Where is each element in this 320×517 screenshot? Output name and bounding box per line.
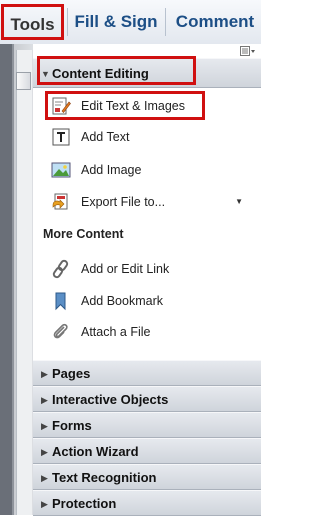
highlight-box bbox=[45, 91, 205, 120]
section-title: Pages bbox=[52, 366, 91, 381]
section-title: Action Wizard bbox=[52, 444, 139, 459]
highlight-box bbox=[37, 56, 196, 85]
section-pages[interactable]: ▶ Pages bbox=[33, 360, 261, 386]
tool-add-image[interactable]: Add Image bbox=[43, 158, 253, 182]
bookmark-icon bbox=[51, 291, 71, 311]
tab-separator bbox=[165, 8, 166, 36]
chevron-right-icon: ▶ bbox=[41, 421, 48, 431]
chevron-right-icon: ▶ bbox=[41, 395, 48, 405]
tool-label: Add Text bbox=[81, 130, 130, 144]
tools-panel: ▼ Content Editing Edit Text & Images Add… bbox=[33, 44, 261, 516]
section-protection[interactable]: ▶ Protection bbox=[33, 490, 261, 516]
tab-fill-sign[interactable]: Fill & Sign bbox=[72, 4, 160, 40]
tool-label: Add Image bbox=[81, 163, 142, 177]
tool-label: Add or Edit Link bbox=[81, 262, 170, 276]
tool-label: Export File to... bbox=[81, 195, 166, 209]
chevron-down-icon[interactable]: ▼ bbox=[235, 190, 243, 214]
section-forms[interactable]: ▶ Forms bbox=[33, 412, 261, 438]
section-title: Interactive Objects bbox=[52, 392, 169, 407]
tool-export-file[interactable]: Export File to... ▼ bbox=[43, 190, 253, 214]
tab-comment[interactable]: Comment bbox=[170, 4, 260, 40]
more-content-heading: More Content bbox=[43, 227, 124, 241]
tool-label: Attach a File bbox=[81, 325, 151, 339]
section-title: Protection bbox=[52, 496, 117, 511]
paperclip-icon bbox=[51, 322, 71, 342]
tool-add-text[interactable]: Add Text bbox=[43, 125, 253, 149]
section-action-wizard[interactable]: ▶ Action Wizard bbox=[33, 438, 261, 464]
add-text-icon bbox=[51, 127, 71, 147]
link-icon bbox=[51, 259, 71, 279]
export-file-icon bbox=[51, 192, 71, 212]
scrollbar-track[interactable] bbox=[16, 50, 32, 515]
tab-separator bbox=[67, 8, 68, 36]
section-text-recognition[interactable]: ▶ Text Recognition bbox=[33, 464, 261, 490]
panel-options-icon[interactable] bbox=[239, 46, 257, 58]
tool-add-edit-link[interactable]: Add or Edit Link bbox=[43, 257, 253, 281]
tool-add-bookmark[interactable]: Add Bookmark bbox=[43, 289, 253, 313]
tool-attach-file[interactable]: Attach a File bbox=[43, 320, 253, 344]
tab-tools[interactable]: Tools bbox=[1, 4, 64, 40]
chevron-right-icon: ▶ bbox=[41, 447, 48, 457]
section-title: Forms bbox=[52, 418, 92, 433]
add-image-icon bbox=[51, 160, 71, 180]
section-interactive-objects[interactable]: ▶ Interactive Objects bbox=[33, 386, 261, 412]
chevron-right-icon: ▶ bbox=[41, 499, 48, 509]
chevron-right-icon: ▶ bbox=[41, 473, 48, 483]
tool-tab-bar: Tools Fill & Sign Comment bbox=[0, 0, 261, 45]
tool-label: Add Bookmark bbox=[81, 294, 163, 308]
scrollbar-thumb[interactable] bbox=[16, 72, 31, 90]
section-title: Text Recognition bbox=[52, 470, 157, 485]
chevron-right-icon: ▶ bbox=[41, 369, 48, 379]
